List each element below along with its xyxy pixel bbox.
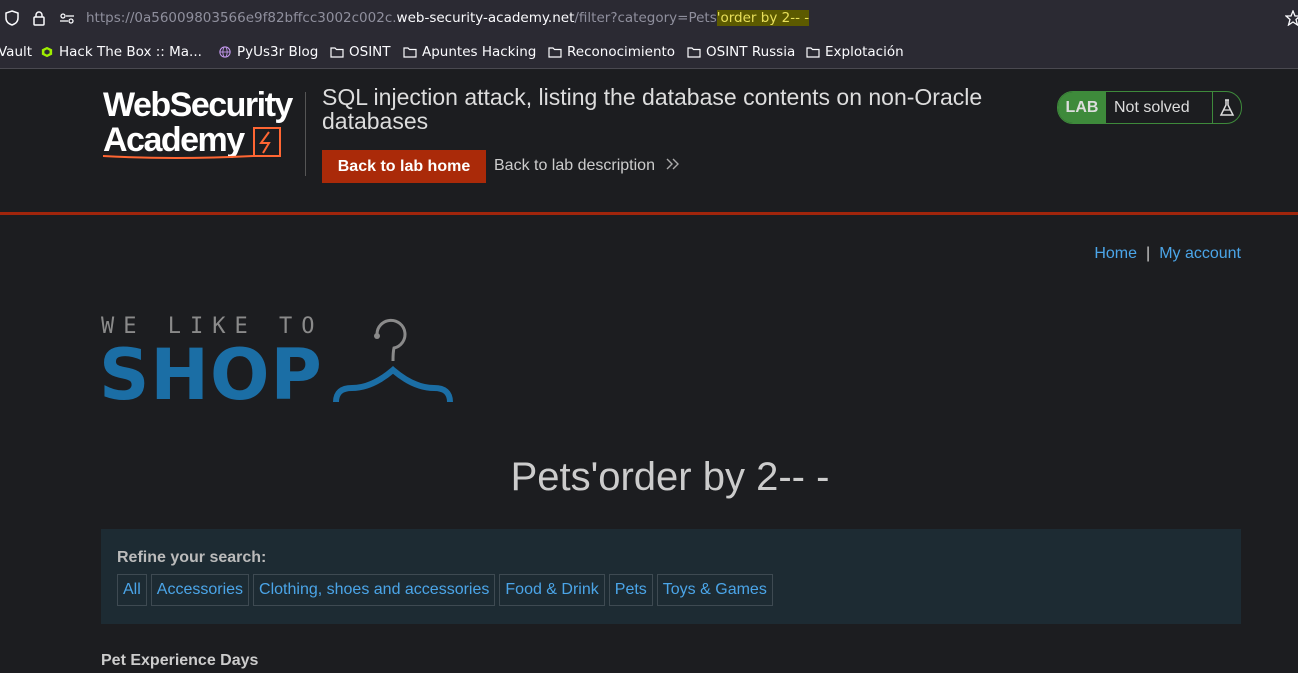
globe-icon — [219, 46, 231, 58]
lab-title: SQL injection attack, listing the databa… — [322, 84, 983, 134]
category-pets[interactable]: Pets — [608, 574, 653, 606]
folder-icon — [330, 47, 344, 58]
url-text[interactable]: https://0a56009803566e9f82bffcc3002c002c… — [86, 10, 810, 26]
bookmark-label: OSINT — [349, 44, 391, 60]
bookmark-label: Apuntes Hacking — [422, 44, 537, 60]
bookmark-reconocimiento[interactable]: Reconocimiento — [548, 44, 675, 60]
category-list: All Accessories Clothing, shoes and acce… — [117, 574, 773, 606]
bookmark-osint[interactable]: OSINT — [330, 44, 391, 60]
url-prefix: https://0a56009803566e9f82bffcc3002c002c… — [86, 10, 397, 26]
bookmark-htb[interactable]: Hack The Box :: Ma... — [40, 44, 202, 60]
shop-name: SHOP — [99, 334, 323, 416]
url-host: web-security-academy.net — [396, 10, 575, 26]
bookmark-vault[interactable]: Vault — [0, 44, 32, 60]
url-bar[interactable]: https://0a56009803566e9f82bffcc3002c002c… — [0, 0, 1298, 37]
hanger-icon — [333, 318, 453, 403]
bookmark-label: Hack The Box :: Ma... — [59, 44, 202, 60]
category-all[interactable]: All — [117, 574, 147, 606]
bookmark-explotacion[interactable]: Explotación — [806, 44, 904, 60]
back-to-lab-home-button[interactable]: Back to lab home — [322, 150, 486, 183]
lab-badge: LAB — [1058, 92, 1106, 123]
folder-icon — [806, 47, 820, 58]
bookmark-osint-russia[interactable]: OSINT Russia — [687, 44, 795, 60]
folder-icon — [548, 47, 562, 58]
flask-icon[interactable] — [1213, 92, 1241, 123]
nav-separator: | — [1146, 245, 1151, 262]
logo-underline-icon — [103, 127, 281, 159]
folder-icon — [403, 47, 417, 58]
lock-icon[interactable] — [31, 10, 47, 26]
refine-label: Refine your search: — [117, 549, 267, 566]
url-highlight: 'order by 2-- - — [716, 10, 810, 26]
nav-my-account-link[interactable]: My account — [1159, 245, 1241, 262]
double-chevron-right-icon — [666, 158, 680, 170]
desc-link-label: Back to lab description — [494, 157, 655, 174]
category-toys-games[interactable]: Toys & Games — [656, 574, 773, 606]
bookmark-star-icon[interactable] — [1285, 10, 1298, 26]
category-clothing[interactable]: Clothing, shoes and accessories — [253, 574, 496, 606]
bookmark-apuntes[interactable]: Apuntes Hacking — [403, 44, 536, 60]
header-divider — [305, 92, 306, 176]
permissions-icon[interactable] — [59, 10, 75, 26]
htb-icon — [41, 46, 53, 58]
bookmark-label: Explotación — [825, 44, 904, 60]
lab-status-text: Not solved — [1106, 92, 1213, 123]
filter-panel: Refine your search: All Accessories Clot… — [101, 529, 1241, 624]
bookmark-label: Reconocimiento — [567, 44, 676, 60]
logo-line1: WebSecurity — [103, 86, 293, 124]
url-path: /filter?category=Pets — [574, 10, 717, 26]
folder-icon — [687, 47, 701, 58]
bookmarks-bar: Vault Hack The Box :: Ma... PyUs3r Blog … — [0, 37, 1298, 69]
bookmark-label: Vault — [0, 44, 33, 60]
product-name: Pet Experience Days — [101, 652, 259, 669]
bookmark-label: PyUs3r Blog — [237, 44, 319, 60]
nav-home-link[interactable]: Home — [1094, 245, 1137, 262]
back-to-lab-description-link[interactable]: Back to lab description — [494, 157, 681, 175]
bookmark-label: OSINT Russia — [706, 44, 796, 60]
category-accessories[interactable]: Accessories — [150, 574, 250, 606]
page-title: Pets'order by 2-- - — [510, 455, 830, 499]
top-nav: Home | My account — [1094, 245, 1241, 263]
category-food-drink[interactable]: Food & Drink — [499, 574, 605, 606]
shield-icon[interactable] — [4, 10, 20, 26]
lab-status-widget: LAB Not solved — [1057, 91, 1242, 124]
bookmark-pyus3r[interactable]: PyUs3r Blog — [218, 44, 318, 60]
